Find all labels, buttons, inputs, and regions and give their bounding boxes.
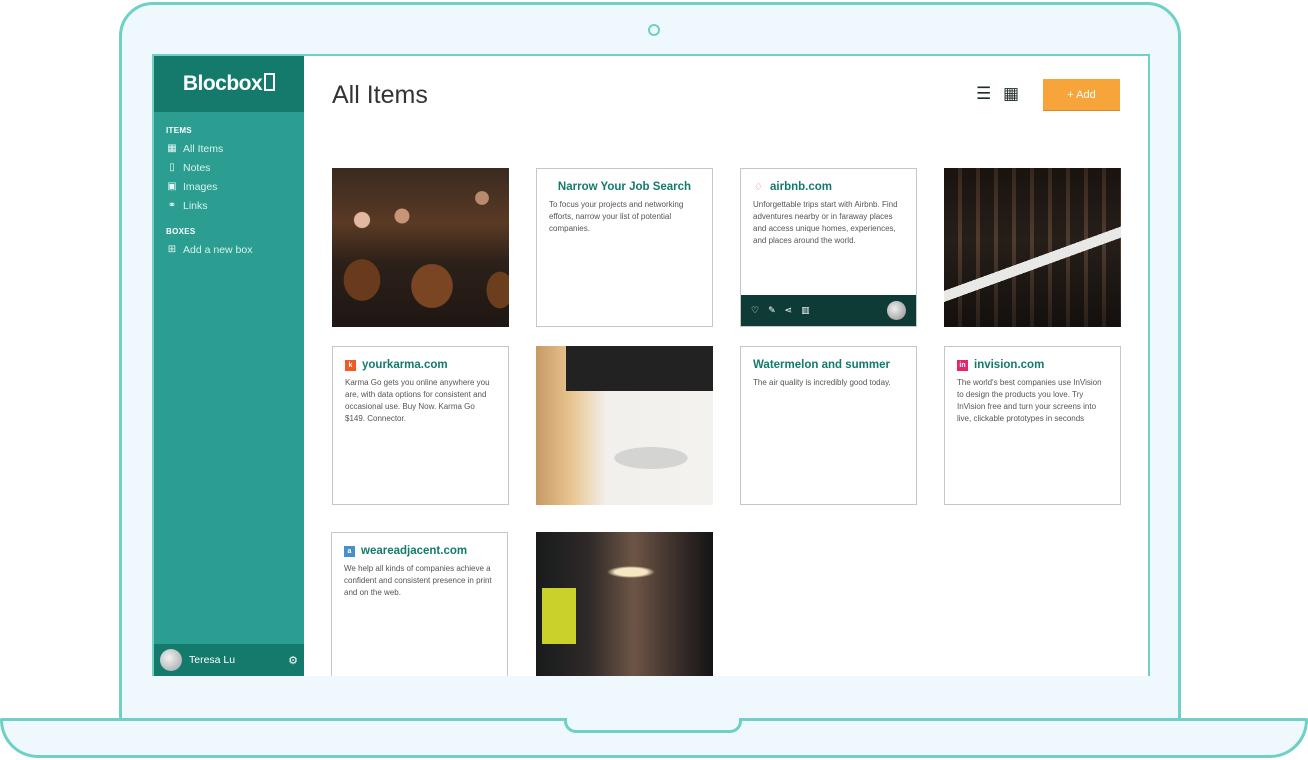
add-box-label: Add a new box — [183, 243, 253, 256]
card-title: invision.com — [974, 359, 1045, 371]
avatar[interactable] — [160, 649, 182, 671]
sidebar-item-images[interactable]: ▣ Images — [166, 177, 304, 196]
app-name: Blocbox — [182, 72, 263, 95]
link-card[interactable]: in invision.com The world's best compani… — [944, 346, 1121, 505]
logo[interactable]: Blocbox — [154, 56, 304, 112]
add-button[interactable]: + Add — [1043, 79, 1120, 110]
card-text: The world's best companies use InVision … — [957, 378, 1102, 423]
image-card-desk[interactable] — [536, 346, 713, 505]
sidebar-item-links[interactable]: ⚭ Links — [166, 196, 304, 215]
card-text: Karma Go gets you online anywhere you ar… — [345, 378, 490, 423]
link-card[interactable]: a weareadjacent.com We help all kinds of… — [331, 532, 508, 676]
user-name: Teresa Lu — [189, 654, 236, 666]
invision-icon: in — [957, 359, 968, 371]
avatar — [887, 301, 906, 320]
sidebar-item-all-items[interactable]: ▦ All Items — [166, 139, 304, 158]
list-view-icon[interactable]: ☰ — [976, 84, 991, 104]
grid-view-icon[interactable]: ▦ — [1003, 84, 1019, 104]
link-card[interactable]: ♢ airbnb.com Unforgettable trips start w… — [740, 168, 917, 327]
camera-icon — [648, 24, 660, 36]
plus-square-icon: ⊞ — [167, 244, 177, 255]
sidebar-item-label: Notes — [183, 161, 211, 174]
items-heading: ITEMS — [166, 126, 192, 135]
card-title: Watermelon and summer — [753, 359, 890, 371]
user-bar: Teresa Lu ⚙ — [154, 644, 304, 676]
airbnb-icon: ♢ — [754, 181, 763, 193]
trash-icon[interactable]: ▥ — [801, 305, 810, 316]
weareadjacent-icon: a — [344, 545, 355, 557]
card-title: yourkarma.com — [362, 359, 448, 371]
card-text: We help all kinds of companies achieve a… — [344, 564, 492, 597]
edit-icon[interactable]: ✎ — [768, 305, 776, 316]
image-card-wine-bar[interactable] — [332, 168, 509, 327]
card-text: To focus your projects and networking ef… — [549, 200, 684, 233]
link-card[interactable]: k yourkarma.com Karma Go gets you online… — [332, 346, 509, 505]
grid-icon: ▦ — [167, 143, 177, 154]
boxes-heading: BOXES — [166, 227, 196, 236]
app-screen: Blocbox ITEMS ▦ All Items ▯ Notes ▣ Imag… — [152, 54, 1150, 676]
card-title: Narrow Your Job Search — [557, 181, 692, 193]
heart-icon[interactable]: ♡ — [751, 305, 759, 316]
yourkarma-icon: k — [345, 359, 356, 371]
note-icon: ▯ — [169, 162, 175, 173]
sidebar-item-label: Links — [183, 199, 208, 212]
note-card[interactable]: Watermelon and summer The air quality is… — [740, 346, 917, 505]
card-text: Unforgettable trips start with Airbnb. F… — [753, 200, 898, 245]
add-box-button[interactable]: ⊞ Add a new box — [166, 240, 304, 259]
gear-icon[interactable]: ⚙ — [288, 654, 298, 667]
image-icon: ▣ — [167, 181, 177, 192]
share-icon[interactable]: ⋖ — [785, 305, 793, 316]
link-icon: ⚭ — [167, 200, 177, 211]
image-card-hallway[interactable] — [536, 532, 713, 676]
sidebar-item-notes[interactable]: ▯ Notes — [166, 158, 304, 177]
sidebar-item-label: All Items — [183, 142, 224, 155]
logo-box-icon — [264, 73, 276, 91]
laptop-notch — [564, 718, 742, 733]
image-card-office[interactable] — [944, 168, 1121, 327]
card-title: airbnb.com — [770, 181, 832, 193]
page-title: All Items — [332, 81, 428, 109]
card-toolbar: ♡ ✎ ⋖ ▥ — [741, 295, 916, 326]
card-text: The air quality is incredibly good today… — [753, 378, 891, 387]
sidebar: Blocbox ITEMS ▦ All Items ▯ Notes ▣ Imag… — [154, 56, 304, 676]
sidebar-item-label: Images — [183, 180, 218, 193]
note-card[interactable]: Narrow Your Job Search To focus your pro… — [536, 168, 713, 327]
card-title: weareadjacent.com — [361, 545, 468, 557]
